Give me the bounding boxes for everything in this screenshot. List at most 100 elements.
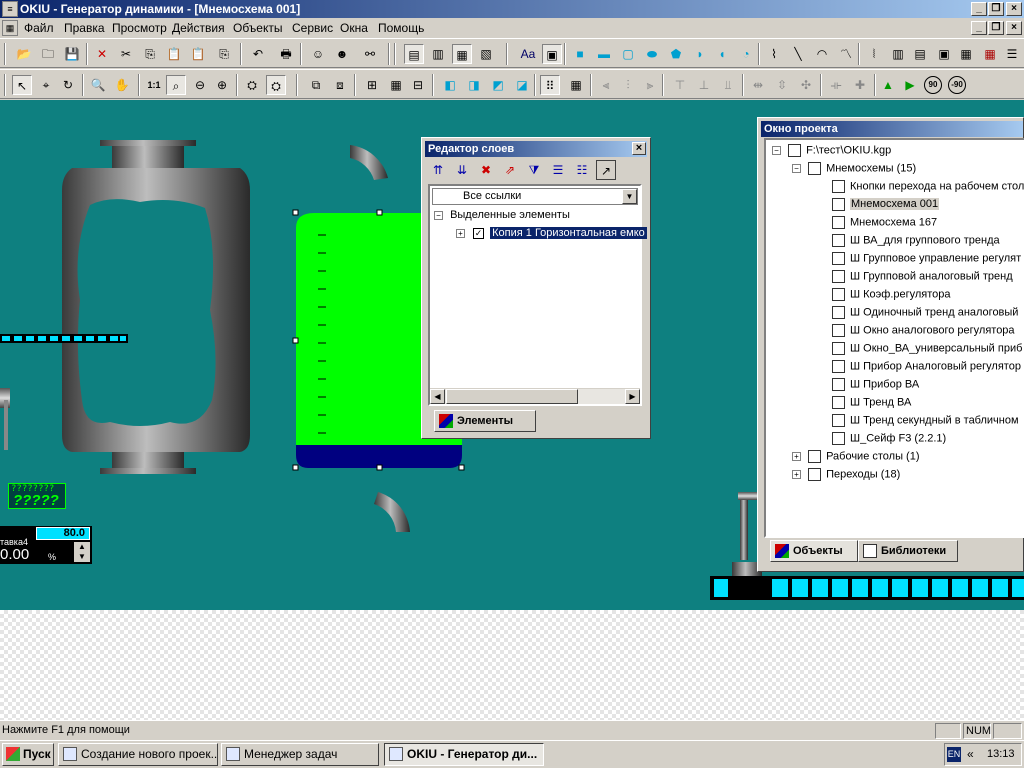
tree-item[interactable]: Ш Групповое управление регулят (832, 252, 1021, 265)
align-middle-icon[interactable]: ⊥ (694, 75, 714, 95)
scroll-thumb[interactable] (446, 389, 578, 404)
collapse-icon[interactable]: − (434, 211, 443, 220)
layers-hscrollbar[interactable]: ◀ ▶ (430, 388, 640, 404)
expand-icon[interactable]: + (792, 470, 801, 480)
forward-icon[interactable]: ◩ (488, 75, 508, 95)
tree-group-mnemo[interactable]: − Мнемосхемы (15) (792, 162, 916, 175)
menu-file[interactable]: Файл (24, 21, 54, 35)
space-h-icon[interactable]: ⇹ (748, 75, 768, 95)
layer-list2-icon[interactable]: ☷ (572, 160, 592, 180)
tree-item[interactable]: Ш_Сейф F3 (2.2.1) (832, 432, 946, 445)
start-button[interactable]: Пуск (2, 743, 54, 766)
layers3-icon[interactable]: ▦ (452, 44, 472, 64)
layers4-icon[interactable]: ▧ (476, 44, 496, 64)
align-right-icon[interactable]: ⫸ (640, 75, 660, 95)
document-icon[interactable]: ▦ (2, 20, 18, 36)
menu-edit[interactable]: Правка (64, 21, 105, 35)
node-edit-icon[interactable]: ⌖ (36, 75, 56, 95)
task-task-manager[interactable]: Менеджер задач (221, 743, 379, 766)
tree-item[interactable]: Мнемосхема 167 (832, 216, 937, 229)
zoom-fit-icon[interactable]: ⌕ (166, 75, 186, 95)
align-left-icon[interactable]: ⫷ (596, 75, 616, 95)
flip-v-icon[interactable]: ▲ (878, 75, 898, 95)
close-button[interactable]: × (1006, 2, 1022, 16)
menu-actions[interactable]: Действия (172, 21, 225, 35)
grid2-icon[interactable]: ▦ (386, 75, 406, 95)
unknown-indicator[interactable]: ???????? ????? (8, 483, 66, 509)
list-icon[interactable]: ☰ (1002, 44, 1022, 64)
restore-button[interactable]: ❐ (988, 2, 1004, 16)
expand-icon[interactable]: + (456, 229, 465, 238)
props-icon[interactable]: ⛭ (242, 75, 262, 95)
tree-group-desktops[interactable]: + Рабочие столы (1) (792, 450, 920, 463)
layer-delete-icon[interactable]: ✖ (476, 160, 496, 180)
arc-icon[interactable]: ◔ (736, 44, 756, 64)
collapse-icon[interactable]: − (772, 146, 781, 156)
zoom-in-icon[interactable]: ⊕ (212, 75, 232, 95)
wizard-icon[interactable]: ☺ (308, 44, 328, 64)
language-indicator[interactable]: EN (947, 747, 961, 762)
layer-down-icon[interactable]: ⇊ (452, 160, 472, 180)
tree-item[interactable]: Ш Коэф.регулятора (832, 288, 951, 301)
layers-dropdown[interactable]: Все ссылки ▼ (432, 188, 638, 205)
item-checkbox[interactable]: ✓ (473, 228, 485, 239)
table-icon[interactable]: ▦ (980, 44, 1000, 64)
folder-icon[interactable]: 🗀 (38, 44, 58, 64)
rotate-m90-icon[interactable]: -90 (948, 76, 966, 94)
doc-minimize-button[interactable]: _ (971, 21, 987, 35)
menu-objects[interactable]: Объекты (233, 21, 283, 35)
tree-item[interactable]: Ш Тренд секундный в табличном (832, 414, 1019, 427)
polygon-icon[interactable]: ⬟ (666, 44, 686, 64)
text-icon[interactable]: Aa (518, 44, 538, 64)
scroll-right-icon[interactable]: ▶ (625, 389, 640, 404)
props2-icon[interactable]: ⛭ (266, 75, 286, 95)
setpoint-control[interactable]: 80.0 тавка4 0.00 % ▲ ▼ (0, 526, 92, 564)
menu-help[interactable]: Помощь (378, 21, 424, 35)
rotate-90-icon[interactable]: 90 (924, 76, 942, 94)
polyline-icon[interactable]: 〽 (836, 44, 856, 64)
undo-icon[interactable]: ↶ (248, 44, 268, 64)
binoculars-icon[interactable]: ⚯ (360, 44, 380, 64)
snap-icon[interactable]: ⠿ (540, 75, 560, 95)
select-icon[interactable]: ↖ (12, 75, 32, 95)
shape2-icon[interactable]: ◖ (712, 44, 732, 64)
layers-group[interactable]: − Выделенные элементы (434, 209, 570, 221)
tree-item[interactable]: Ш Прибор Аналоговый регулятор (832, 360, 1021, 373)
trend-icon[interactable]: ⦚ (864, 44, 884, 64)
print-icon[interactable]: 🖶 (276, 44, 296, 64)
spin-up-icon[interactable]: ▲ (74, 542, 90, 552)
align-grid-icon[interactable]: ▦ (566, 75, 586, 95)
tree-item-selected[interactable]: Мнемосхема 001 (832, 198, 940, 211)
zoom-out-icon[interactable]: ⊖ (190, 75, 210, 95)
line2-icon[interactable]: ╲ (788, 44, 808, 64)
menu-service[interactable]: Сервис (292, 21, 333, 35)
setpoint-spinner[interactable]: ▲ ▼ (74, 542, 90, 562)
chevron-down-icon[interactable]: ▼ (622, 189, 637, 204)
same-w-icon[interactable]: ✣ (796, 75, 816, 95)
rect2-icon[interactable]: ▬ (594, 44, 614, 64)
paste-icon[interactable]: 📋 (164, 44, 184, 64)
save-icon[interactable]: 💾 (62, 44, 82, 64)
curve-icon[interactable]: ◠ (812, 44, 832, 64)
layer-up-icon[interactable]: ⇈ (428, 160, 448, 180)
layers2-icon[interactable]: ▥ (428, 44, 448, 64)
layers-close-button[interactable]: × (632, 142, 646, 155)
layer-link-icon[interactable]: ⇗ (500, 160, 520, 180)
cut-icon[interactable]: ✂ (116, 44, 136, 64)
align-bottom-icon[interactable]: ⫫ (718, 75, 738, 95)
shape-icon[interactable]: ◗ (690, 44, 710, 64)
grid3-icon[interactable]: ⊟ (408, 75, 428, 95)
group-icon[interactable]: ⧉ (306, 75, 326, 95)
tree-item[interactable]: Ш Тренд ВА (832, 396, 911, 409)
layer-go-icon[interactable]: ↗ (596, 160, 616, 180)
front-icon[interactable]: ◧ (440, 75, 460, 95)
spin-down-icon[interactable]: ▼ (74, 552, 90, 562)
rect-icon[interactable]: ■ (570, 44, 590, 64)
menu-view[interactable]: Просмотр (112, 21, 167, 35)
doc-close-button[interactable]: × (1006, 21, 1022, 35)
tree-item[interactable]: Ш Групповой аналоговый тренд (832, 270, 1013, 283)
rounded-rect-icon[interactable]: ▢ (618, 44, 638, 64)
tab-libraries[interactable]: Библиотеки (858, 540, 958, 562)
tree-item[interactable]: Кнопки перехода на рабочем стол (832, 180, 1024, 193)
zoom-1-1-icon[interactable]: 1:1 (144, 75, 164, 95)
